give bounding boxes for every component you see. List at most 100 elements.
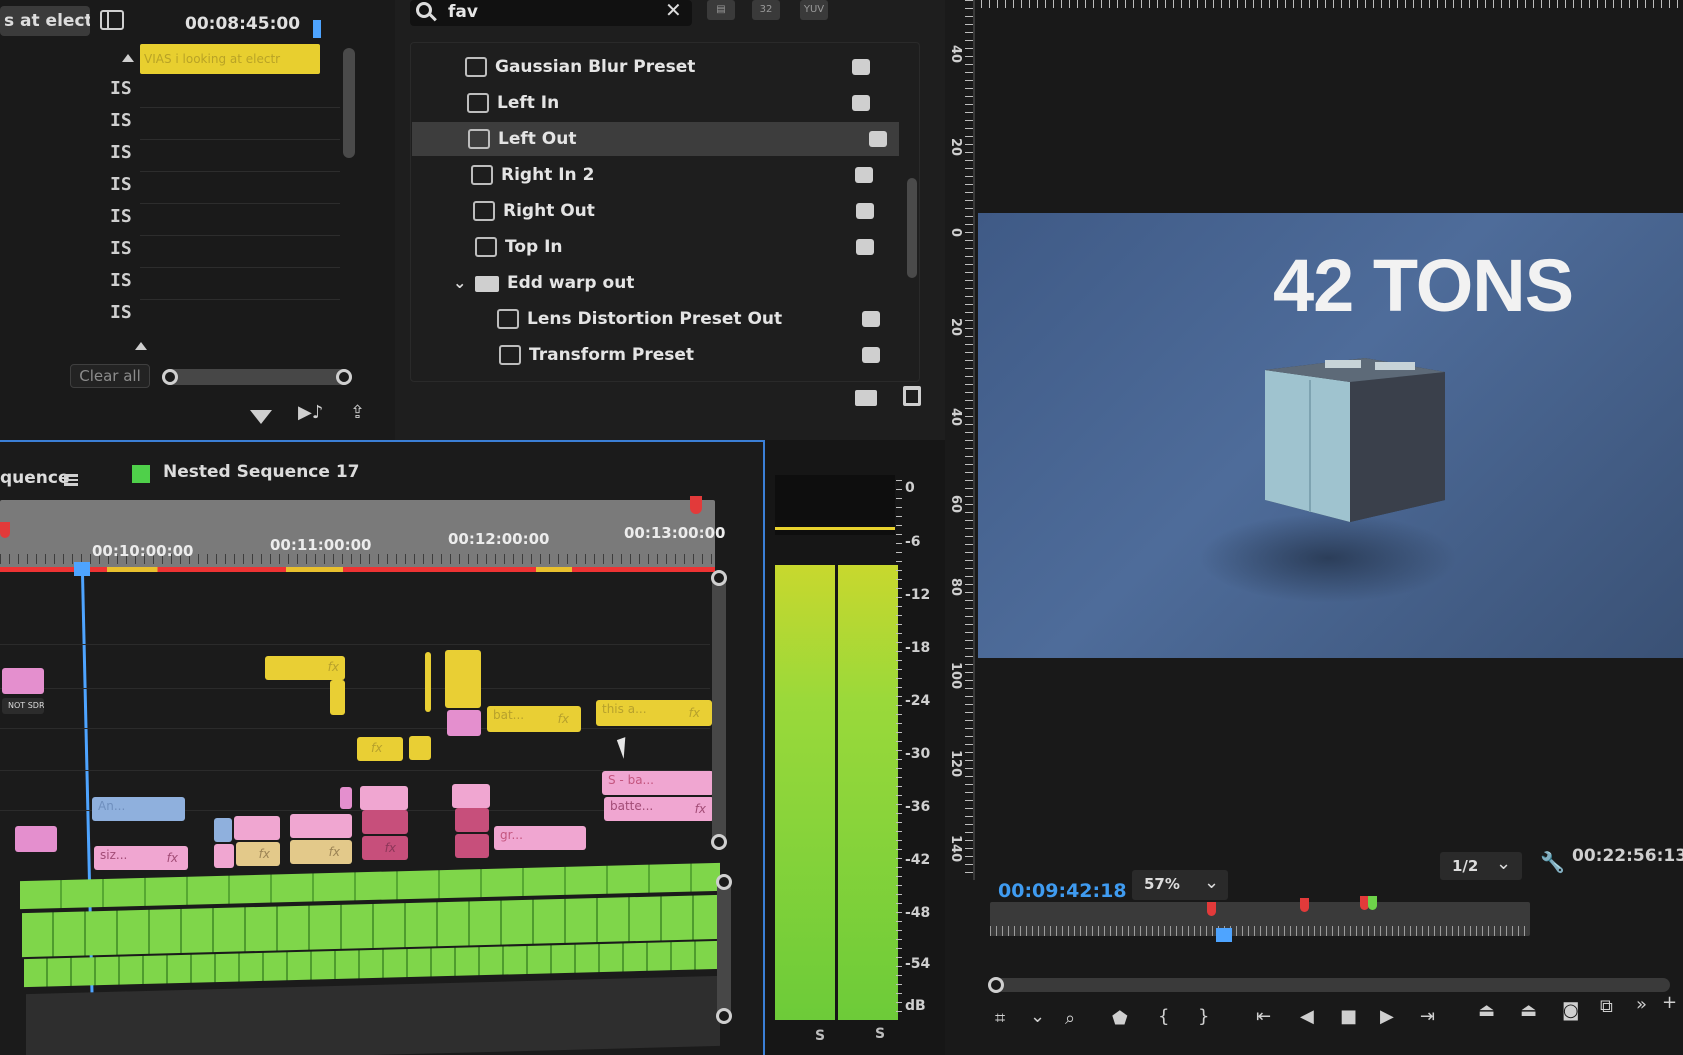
add-marker-icon[interactable]: ⌗: [995, 1008, 1005, 1029]
video-clip[interactable]: An...: [92, 797, 185, 821]
add-button-icon[interactable]: +: [1662, 992, 1677, 1013]
video-clip[interactable]: [214, 844, 234, 868]
wrench-icon[interactable]: 🔧: [1540, 850, 1565, 874]
filter-icon[interactable]: [250, 410, 272, 424]
video-clip[interactable]: gr...: [494, 826, 586, 850]
effect-item[interactable]: Right In 2: [415, 158, 900, 192]
video-clip[interactable]: [447, 710, 481, 736]
video-clip[interactable]: [452, 784, 490, 808]
vertical-scrollbar[interactable]: [343, 48, 355, 158]
new-bin-icon[interactable]: [855, 390, 877, 406]
marker-clip-label: VIAS i looking at electr: [144, 52, 281, 66]
markers-tab[interactable]: s at elect...: [0, 6, 90, 36]
video-clip[interactable]: batte... fx: [604, 797, 714, 821]
scroll-handle-bottom[interactable]: [716, 1008, 732, 1024]
chevron-down-icon[interactable]: ⌄: [453, 266, 466, 300]
mark-out-icon[interactable]: }: [1198, 1006, 1209, 1027]
effect-item[interactable]: Lens Distortion Preset Out: [415, 302, 900, 336]
extract-icon[interactable]: ⏏: [1520, 1000, 1537, 1021]
panel-menu-icon[interactable]: [100, 10, 124, 30]
effects-search-box[interactable]: ✕: [410, 0, 692, 26]
video-clip[interactable]: [15, 826, 57, 852]
video-clip[interactable]: this a... fx: [596, 700, 712, 726]
video-clip[interactable]: [362, 810, 408, 834]
effect-item[interactable]: Gaussian Blur Preset: [415, 50, 900, 84]
scroll-handle-top[interactable]: [711, 570, 727, 586]
video-clip[interactable]: [2, 668, 44, 694]
mark-in-icon[interactable]: {: [1158, 1006, 1169, 1027]
effect-item[interactable]: Right Out: [415, 194, 900, 228]
search-input[interactable]: [448, 0, 638, 24]
clear-all-button[interactable]: Clear all: [70, 364, 150, 388]
video-clip[interactable]: [455, 808, 489, 832]
video-clip[interactable]: NOT SDR: [2, 698, 44, 714]
scroll-handle-right[interactable]: [336, 369, 352, 385]
effect-item[interactable]: Top In: [415, 230, 900, 264]
scroll-handle-bottom[interactable]: [711, 834, 727, 850]
zoom-dropdown[interactable]: 57% ⌄: [1132, 870, 1228, 900]
video-clip[interactable]: fx: [362, 836, 408, 860]
effect-item[interactable]: Left In: [415, 86, 900, 120]
video-clip[interactable]: [445, 650, 481, 708]
marker-icon[interactable]: ⬟: [1112, 1008, 1128, 1029]
accelerated-effects-toggle[interactable]: ▤: [707, 0, 735, 20]
clear-search-icon[interactable]: ✕: [665, 0, 682, 22]
step-forward-icon[interactable]: ▶: [1380, 1006, 1394, 1027]
go-to-in-icon[interactable]: ⇤: [1256, 1006, 1271, 1027]
zoom-scrollbar[interactable]: [162, 369, 352, 385]
comparison-view-icon[interactable]: ⧉: [1600, 996, 1613, 1017]
video-clip[interactable]: fx: [265, 656, 345, 680]
more-controls-icon[interactable]: »: [1636, 994, 1647, 1015]
effect-item-selected[interactable]: Left Out: [412, 122, 899, 156]
video-clip[interactable]: [214, 818, 232, 842]
video-clip[interactable]: [360, 786, 408, 810]
video-clip[interactable]: [455, 834, 489, 858]
video-clip[interactable]: [234, 816, 280, 840]
step-back-icon[interactable]: ◀: [1300, 1006, 1314, 1027]
zoom-fit-icon[interactable]: ⌕: [1065, 1008, 1075, 1029]
chevron-down-icon[interactable]: ⌄: [1030, 1006, 1045, 1027]
video-clip[interactable]: S - ba...: [602, 771, 714, 795]
audio-vertical-scrollbar[interactable]: [716, 874, 732, 1024]
export-icon[interactable]: ⇪: [350, 402, 365, 423]
32bit-effects-toggle[interactable]: 32: [752, 0, 780, 20]
sequence-tab[interactable]: quence: [0, 468, 70, 488]
marker-play-icon[interactable]: ▶♪: [298, 402, 323, 423]
effect-folder[interactable]: ⌄ Edd warp out: [415, 266, 900, 300]
nested-sequence-tab[interactable]: Nested Sequence 17: [163, 462, 359, 482]
program-timeline-ruler[interactable]: [990, 902, 1530, 936]
go-to-out-icon[interactable]: ⇥: [1420, 1006, 1435, 1027]
playhead-icon[interactable]: [1216, 928, 1232, 942]
effect-item[interactable]: Transform Preset: [415, 338, 900, 372]
current-timecode[interactable]: 00:09:42:18: [998, 880, 1127, 902]
video-clip[interactable]: bat... fx: [487, 706, 581, 732]
stop-icon[interactable]: ■: [1340, 1006, 1357, 1027]
solo-left-button[interactable]: S: [815, 1028, 825, 1044]
video-clip[interactable]: [340, 787, 352, 809]
zoom-bar-handle[interactable]: [988, 977, 1004, 993]
marker-clip-bar[interactable]: VIAS i looking at electr: [140, 44, 320, 74]
yuv-effects-toggle[interactable]: YUV: [800, 0, 828, 20]
video-clip[interactable]: fx: [357, 737, 403, 761]
solo-right-button[interactable]: S: [875, 1026, 885, 1042]
video-clip[interactable]: [425, 652, 431, 712]
program-zoom-bar[interactable]: [988, 977, 1670, 993]
timeline-vertical-scrollbar[interactable]: [711, 570, 727, 850]
trash-icon[interactable]: [903, 386, 921, 406]
video-clip[interactable]: siz... fx: [94, 846, 188, 870]
video-clip[interactable]: fx: [290, 840, 352, 864]
scroll-handle-left[interactable]: [162, 369, 178, 385]
tab-menu-icon[interactable]: [64, 474, 78, 486]
resolution-dropdown[interactable]: 1/2 ⌄: [1440, 852, 1522, 880]
video-clip[interactable]: fx: [236, 842, 280, 866]
scroll-up-icon[interactable]: [122, 54, 134, 62]
camera-icon[interactable]: ◙: [1562, 1000, 1579, 1021]
video-clip-label: An...: [98, 799, 126, 813]
video-clip[interactable]: [330, 680, 345, 715]
video-clip[interactable]: [290, 814, 352, 838]
scroll-handle-top[interactable]: [716, 874, 732, 890]
lift-icon[interactable]: ⏏: [1478, 1000, 1495, 1021]
effects-scrollbar[interactable]: [907, 178, 917, 278]
scroll-down-icon[interactable]: [135, 342, 147, 350]
video-clip[interactable]: [409, 736, 431, 760]
